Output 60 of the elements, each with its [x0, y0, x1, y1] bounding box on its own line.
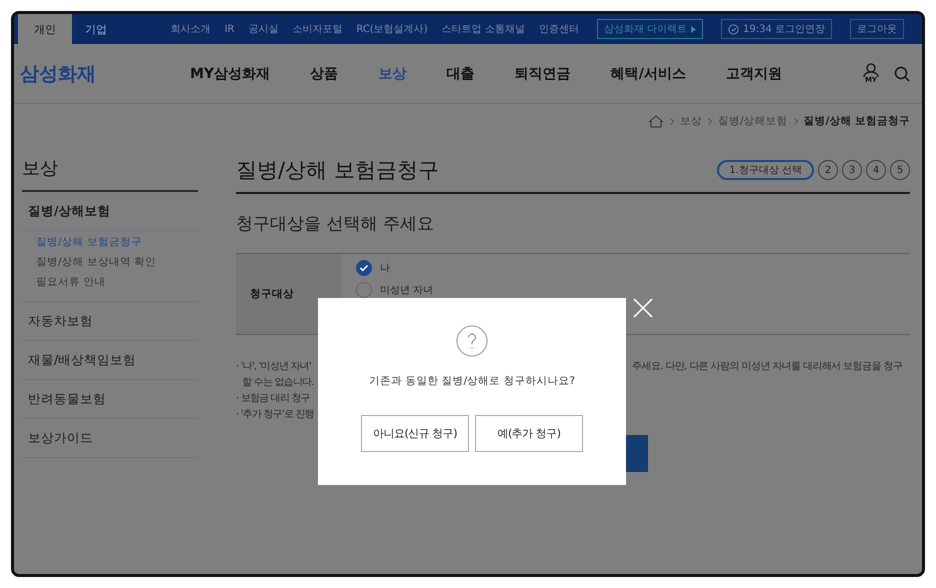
sidebar-subitem[interactable]: 필요서류 안내	[36, 275, 198, 289]
step-indicator: 4	[866, 160, 886, 180]
top-link[interactable]: IR	[224, 24, 234, 34]
chevron-icon	[794, 118, 798, 124]
sidebar-item[interactable]: 자동차보험	[22, 302, 198, 340]
home-icon[interactable]	[648, 114, 664, 128]
note-text: · '나', '미성년 자녀'	[236, 360, 312, 373]
page-title: 질병/상해 보험금청구	[236, 157, 439, 184]
nav-item[interactable]: 상품	[310, 64, 338, 82]
logout-button[interactable]: 로그아웃	[850, 19, 904, 39]
radio-button[interactable]	[356, 282, 372, 298]
session-button[interactable]: 19:34 로그인연장	[721, 19, 832, 39]
radio-button[interactable]	[356, 260, 372, 276]
radio-label: 나	[380, 262, 390, 275]
note-text: · 보험금 대리 청구	[236, 392, 311, 405]
step-indicator: 5	[890, 160, 910, 180]
top-link[interactable]: 공시실	[248, 22, 278, 36]
nav-item[interactable]: 보상	[378, 64, 406, 82]
breadcrumb-link[interactable]: 보상	[680, 114, 702, 128]
sidebar-item[interactable]: 질병/상해보험	[22, 192, 198, 230]
search-icon[interactable]	[894, 66, 910, 82]
sidebar-title: 보상	[22, 156, 198, 192]
nav-item[interactable]: 고객지원	[726, 64, 782, 82]
top-link[interactable]: 소비자포털	[292, 22, 342, 36]
radio-label: 미성년 자녀	[380, 284, 434, 297]
sidebar-item[interactable]: 재물/배상책임보험	[22, 341, 198, 379]
breadcrumb-link[interactable]: 질병/상해 보험금청구	[804, 114, 910, 128]
close-icon[interactable]	[633, 298, 653, 318]
sidebar-subitem[interactable]: 질병/상해 보상내역 확인	[36, 255, 198, 269]
breadcrumb-link[interactable]: 질병/상해보험	[718, 114, 788, 128]
sidebar-item[interactable]: 보상가이드	[22, 419, 198, 457]
step-indicator: 1.청구대상 선택	[717, 160, 814, 180]
clock-icon	[728, 24, 739, 34]
dialog-button[interactable]: 아니요(신규 청구)	[361, 415, 469, 452]
chevron-icon	[670, 118, 674, 124]
direct-button[interactable]: 삼성화재 다이렉트	[596, 19, 703, 39]
chevron-icon	[708, 118, 712, 124]
nav-item[interactable]: MY삼성화재	[190, 64, 270, 82]
top-link[interactable]: 스타트업 소통채널	[442, 22, 525, 36]
note-text: · '추가 청구'로 진행	[236, 408, 315, 421]
sidebar-subitem[interactable]: 질병/상해 보험금청구	[36, 235, 198, 249]
top-link[interactable]: 회사소개	[170, 22, 210, 36]
note-text: 주세요. 다만, 다른 사람의 미성년 자녀를 대리해서 보험금을 청구	[632, 360, 902, 373]
sidebar-item[interactable]: 반려동물보험	[22, 380, 198, 418]
section-subtitle: 청구대상을 선택해 주세요	[236, 213, 435, 235]
top-link[interactable]: RC(보험설계사)	[356, 22, 428, 36]
note-text: 할 수는 없습니다.	[241, 376, 315, 389]
caret-icon	[691, 26, 696, 32]
step-indicator: 3	[842, 160, 862, 180]
nav-item[interactable]: 혜택/서비스	[610, 64, 686, 82]
nav-item[interactable]: 퇴직연금	[514, 64, 571, 82]
top-tab[interactable]: 기업	[72, 14, 120, 44]
question-icon	[456, 325, 488, 357]
top-tab[interactable]: 개인	[18, 14, 72, 44]
step-indicator: 2	[818, 160, 838, 180]
nav-item[interactable]: 대출	[446, 64, 474, 82]
top-link[interactable]: 인증센터	[538, 22, 579, 36]
dialog-button[interactable]: 예(추가 청구)	[475, 415, 583, 452]
logo[interactable]: 삼성화재	[20, 60, 190, 86]
dialog-message: 기존과 동일한 질병/상해로 청구하시나요?	[368, 374, 576, 388]
